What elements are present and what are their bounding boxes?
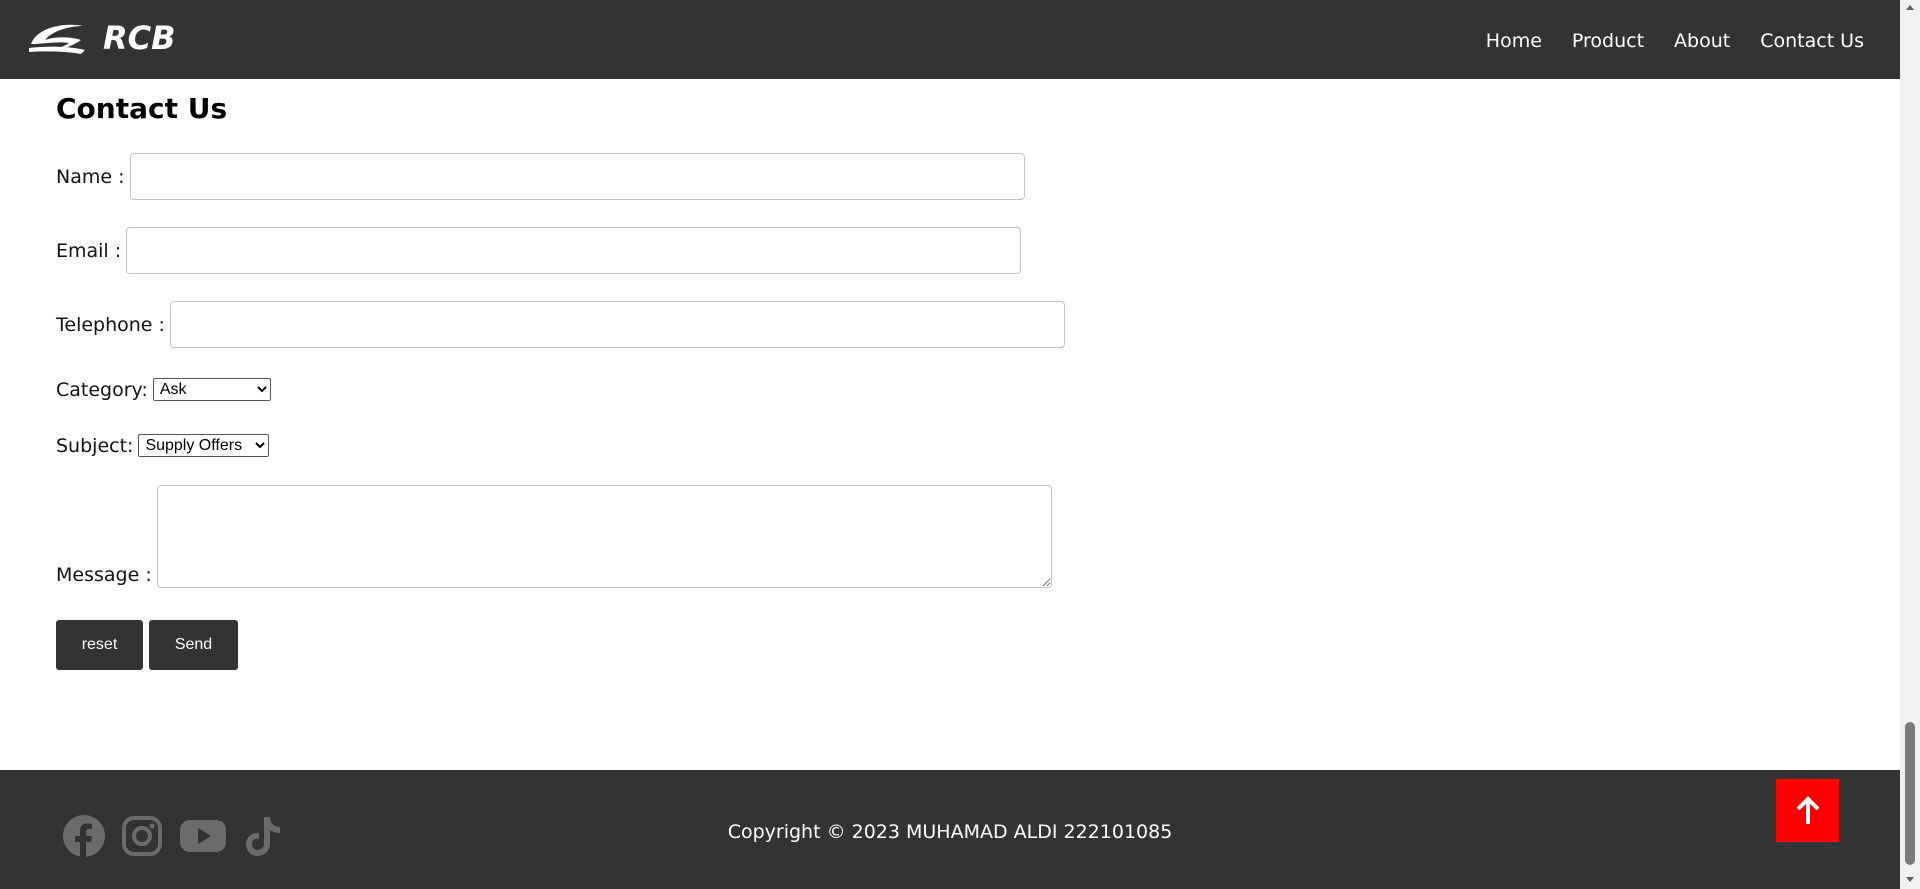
scrollbar-thumb[interactable] [1905,722,1915,865]
subject-label: Subject: [56,434,134,457]
name-row: Name : [56,153,1025,200]
arrow-up-icon [1796,795,1819,824]
copyright-text: Copyright © 2023 MUHAMAD ALDI 222101085 [727,821,1173,843]
telephone-label: Telephone : [56,313,165,336]
send-button[interactable]: Send [149,620,238,670]
site-header: RCB Home Product About Contact Us [0,0,1900,79]
logo-graphic: RCB [29,19,176,57]
subject-row: Subject: Supply Offers [56,434,270,457]
telephone-input[interactable] [169,301,1065,348]
category-label: Category: [56,378,148,401]
name-label: Name : [56,165,125,188]
email-label: Email : [56,239,122,262]
page-title: Contact Us [56,92,228,125]
message-textarea[interactable] [156,485,1052,588]
message-label: Message : [56,564,152,586]
reset-button[interactable]: reset [56,620,143,670]
nav-contact-us[interactable]: Contact Us [1760,26,1864,56]
scroll-to-top-button[interactable] [1776,779,1839,842]
rcb-logo[interactable]: RCB [27,18,223,57]
logo-text: RCB [103,19,176,55]
page-scrollbar[interactable] [1900,0,1920,889]
scroll-down-arrow-icon[interactable] [1906,877,1914,882]
email-row: Email : [56,227,1022,274]
subject-select[interactable]: Supply Offers [138,434,270,457]
nav-product[interactable]: Product [1572,26,1644,56]
nav-about[interactable]: About [1674,26,1730,56]
message-row: Message : [56,485,1052,588]
category-select[interactable]: Ask [152,378,271,401]
page: RCB Home Product About Contact Us Contac… [0,0,1900,889]
scroll-up-arrow-icon[interactable] [1906,5,1914,10]
name-input[interactable] [129,153,1025,200]
site-footer: Copyright © 2023 MUHAMAD ALDI 222101085 [0,770,1900,889]
category-row: Category: Ask [56,378,271,401]
telephone-row: Telephone : [56,301,1065,348]
nav-home[interactable]: Home [1486,26,1542,56]
main-nav: Home Product About Contact Us [1486,26,1864,56]
email-input[interactable] [126,227,1022,274]
